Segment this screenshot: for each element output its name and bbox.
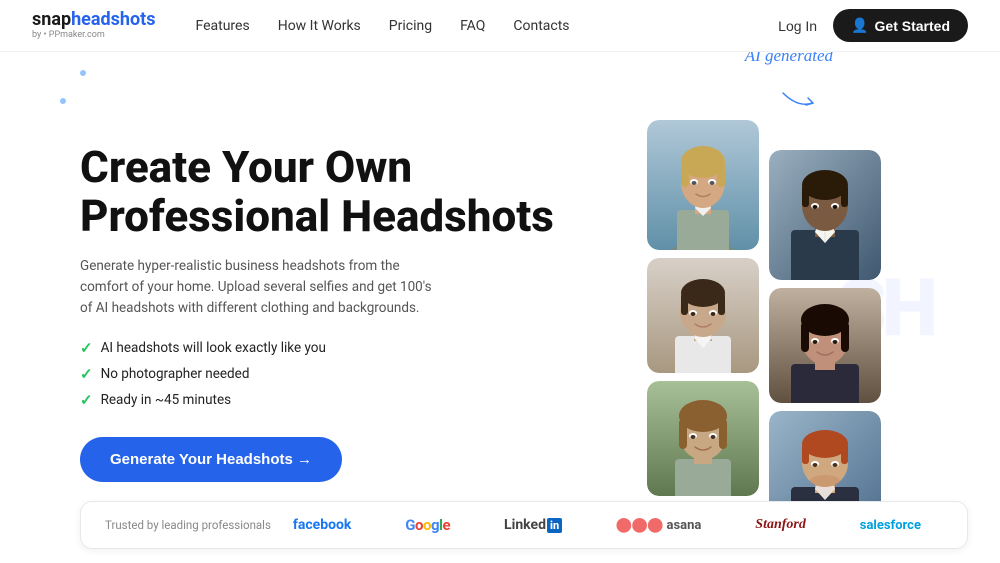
col-right-photos [769,150,881,526]
col-left-photos [647,120,759,496]
features-list: ✓ AI headshots will look exactly like yo… [80,339,560,409]
logo-stanford: Stanford [755,517,806,533]
feature-2: ✓ No photographer needed [80,365,560,383]
feature-3: ✓ Ready in ~45 minutes [80,391,560,409]
trusted-label: Trusted by leading professionals [105,518,271,533]
get-started-button[interactable]: 👤 Get Started [833,9,968,42]
logo-snap: snap [32,11,71,29]
photo-5 [647,381,759,496]
feature-1: ✓ AI headshots will look exactly like yo… [80,339,560,357]
ai-arrow-icon [778,88,818,118]
ai-annotation: AI generated [745,52,833,66]
photo-1 [647,120,759,250]
check-icon-1: ✓ [80,339,93,357]
generate-button[interactable]: Generate Your Headshots → [80,437,342,482]
nav-actions: Log In 👤 Get Started [778,9,968,42]
logos-banner: Trusted by leading professionals faceboo… [80,501,968,549]
dot-2 [60,98,66,104]
logo-text: snapheadshots [32,11,156,29]
logo-facebook: facebook [293,517,352,533]
logo-sub: by • PPmaker.com [32,30,156,40]
logo-asana: ⬤⬤⬤ asana [616,517,701,533]
login-button[interactable]: Log In [778,18,817,34]
logos-row: facebook Google Linkedin ⬤⬤⬤ asana Stanf… [271,516,943,534]
navbar: snapheadshots by • PPmaker.com Features … [0,0,1000,52]
hero-right: SH AI generated [560,52,968,563]
logo-google: Google [405,516,450,534]
hero-left: Create Your Own Professional Headshots G… [80,52,560,563]
hero-description: Generate hyper-realistic business headsh… [80,256,440,319]
hero-title: Create Your Own Professional Headshots [80,143,560,240]
nav-pricing[interactable]: Pricing [389,18,432,34]
nav-faq[interactable]: FAQ [460,18,485,34]
logo-salesforce: salesforce [860,518,921,533]
photo-3 [647,258,759,373]
photo-2 [769,150,881,280]
nav-features[interactable]: Features [196,18,250,34]
dot-1 [80,70,86,76]
main-content: Create Your Own Professional Headshots G… [0,52,1000,563]
check-icon-2: ✓ [80,365,93,383]
logo-head: headshots [71,11,155,29]
photos-container [647,120,881,526]
nav-how-it-works[interactable]: How It Works [278,18,361,34]
nav-links: Features How It Works Pricing FAQ Contac… [196,18,779,34]
logo[interactable]: snapheadshots by • PPmaker.com [32,11,156,40]
check-icon-3: ✓ [80,391,93,409]
nav-contacts[interactable]: Contacts [513,18,569,34]
person-icon: 👤 [851,17,868,34]
logo-linkedin: Linkedin [504,517,562,533]
photo-4 [769,288,881,403]
